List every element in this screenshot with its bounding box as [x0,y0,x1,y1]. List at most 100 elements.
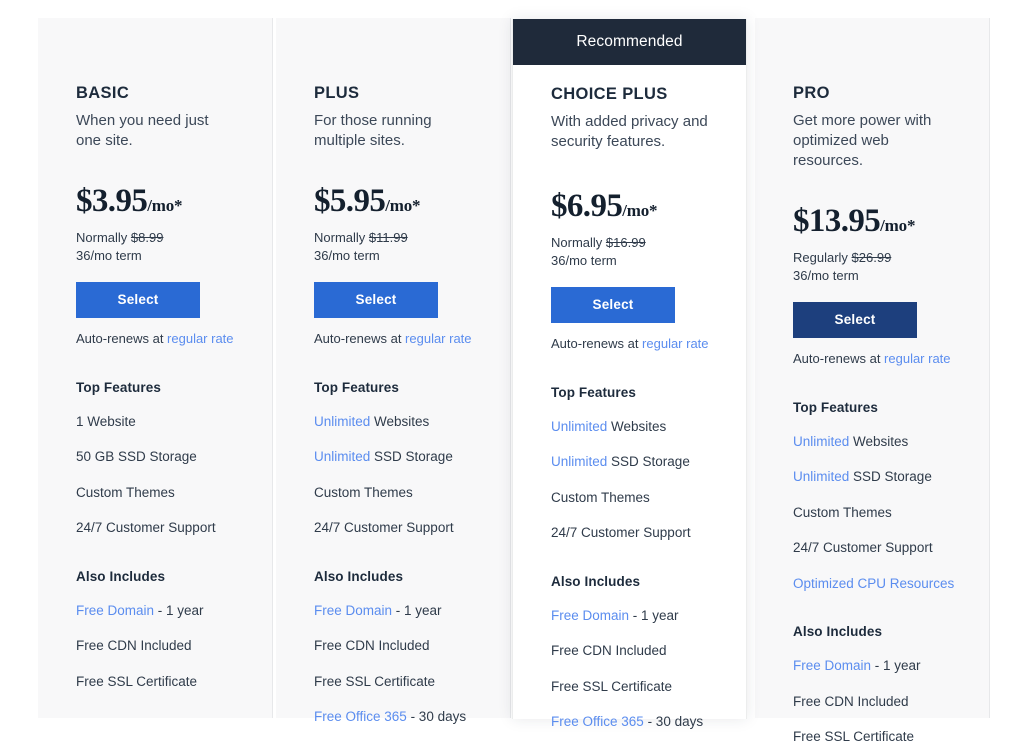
plan-name: PLUS [314,84,360,102]
price-term: 36/mo term [793,268,859,284]
select-button-pro[interactable]: Select [793,301,917,338]
feature-highlight: Free Domain [314,602,393,618]
price-amount: $3.95 [76,182,148,219]
list-item: 1 Website [76,413,234,431]
plan-description: Get more power with optimized web resour… [793,111,932,169]
select-button-choice-plus[interactable]: Select [551,286,675,323]
price-block: $6.95/mo* Normally $16.99 36/mo term [551,189,708,271]
feature-highlight: Unlimited [314,413,371,429]
feature-text: Free CDN Included [793,693,909,709]
feature-text: 50 GB SSD Storage [76,449,197,465]
normally-label: Regularly [793,249,848,265]
regular-rate-link[interactable]: regular rate [884,351,950,366]
price-amount: $5.95 [314,182,386,219]
plan-card-body: CHOICE PLUS With added privacy and secur… [513,65,746,731]
feature-text: Free CDN Included [76,638,192,654]
autorenew-prefix: Auto-renews at [76,330,168,346]
select-button-plus[interactable]: Select [314,281,438,318]
feature-highlight: Free Office 365 [314,709,407,725]
list-item: Free SSL Certificate [551,678,708,696]
price-block: $3.95/mo* Normally $8.99 36/mo term [76,182,234,266]
list-item: Unlimited Websites [793,433,951,451]
top-features-list: Unlimited Websites Unlimited SSD Storage… [551,418,708,542]
also-includes-title: Also Includes [76,568,166,584]
plan-card-choice-plus[interactable]: Recommended CHOICE PLUS With added priva… [512,19,747,729]
also-includes-title: Also Includes [314,568,404,584]
top-features-list: 1 Website 50 GB SSD Storage Custom Theme… [76,413,234,537]
list-item: Custom Themes [793,504,951,522]
regular-rate-link[interactable]: regular rate [167,331,233,346]
price-suffix: /mo* [622,200,658,220]
autorenew-note: Auto-renews at regular rate [793,351,951,366]
feature-text: Free SSL Certificate [314,673,436,689]
list-item: Unlimited Websites [551,418,708,436]
feature-highlight: Free Domain [793,658,872,674]
list-item: Free CDN Included [551,642,708,660]
list-item: Free CDN Included [76,637,234,655]
list-item: Free CDN Included [793,693,951,711]
feature-text: Free SSL Certificate [551,678,673,694]
list-item: Unlimited SSD Storage [314,448,472,466]
list-item: Custom Themes [76,484,234,502]
plan-description: For those running multiple sites. [314,111,432,149]
plan-name: CHOICE PLUS [551,85,668,103]
price-suffix: /mo* [147,195,183,215]
list-item: Free Office 365 - 30 days [551,713,708,731]
plan-card-basic[interactable]: BASIC When you need just one site. $3.95… [38,18,273,718]
list-item: Optimized CPU Resources [793,575,954,593]
list-item: Free SSL Certificate [793,728,951,746]
price-normally: Normally $11.99 [314,229,472,247]
list-item: Free Domain - 1 year [793,657,951,675]
list-item: Free Domain - 1 year [551,607,708,625]
list-item: Unlimited SSD Storage [551,453,708,471]
feature-text: - 1 year [871,658,921,674]
feature-text: Free CDN Included [551,643,667,659]
feature-highlight: Unlimited [551,454,608,470]
list-item: Free Domain - 1 year [76,602,234,620]
normally-price: $26.99 [851,249,892,265]
normally-label: Normally [551,234,603,250]
feature-text: SSD Storage [607,454,690,470]
feature-highlight: Unlimited [793,433,850,449]
also-includes-list: Free Domain - 1 year Free CDN Included F… [314,602,472,726]
list-item: Free CDN Included [314,637,472,655]
plan-card-pro[interactable]: PRO Get more power with optimized web re… [755,18,990,744]
price-term: 36/mo term [76,248,142,264]
feature-highlight: Free Office 365 [551,714,644,730]
normally-price: $16.99 [605,234,646,250]
list-item: 24/7 Customer Support [793,539,951,557]
also-includes-title: Also Includes [793,624,883,640]
list-item: Unlimited Websites [314,413,472,431]
feature-text: 1 Website [76,413,136,429]
also-includes-list: Free Domain - 1 year Free CDN Included F… [551,607,708,731]
feature-highlight: Unlimited [551,418,608,434]
regular-rate-link[interactable]: regular rate [642,336,708,351]
feature-highlight: Unlimited [314,449,371,465]
top-features-list: Unlimited Websites Unlimited SSD Storage… [793,433,954,593]
price-normally: Regularly $26.99 [793,249,951,267]
feature-text: Custom Themes [314,484,413,500]
autorenew-prefix: Auto-renews at [314,330,406,346]
price-block: $5.95/mo* Normally $11.99 36/mo term [314,182,472,266]
price-normally: Normally $16.99 [551,234,708,252]
feature-text: - 30 days [643,714,704,730]
price-line: $5.95/mo* [314,182,472,219]
normally-label: Normally [76,229,128,245]
autorenew-note: Auto-renews at regular rate [314,331,472,346]
feature-highlight: Unlimited [793,469,850,485]
regular-rate-link[interactable]: regular rate [405,331,471,346]
price-amount: $13.95 [793,202,881,239]
list-item: Free Office 365 - 30 days [314,708,472,726]
feature-text: Free CDN Included [314,638,430,654]
select-button-basic[interactable]: Select [76,281,200,318]
price-line: $6.95/mo* [551,189,708,223]
autorenew-note: Auto-renews at regular rate [551,336,709,351]
list-item: Free Domain - 1 year [314,602,472,620]
plan-description: With added privacy and security features… [551,112,708,150]
plan-card-plus[interactable]: PLUS For those running multiple sites. $… [276,18,511,724]
price-suffix: /mo* [880,215,916,235]
price-term: 36/mo term [551,253,617,269]
list-item: 24/7 Customer Support [76,519,234,537]
top-features-title: Top Features [551,384,636,400]
feature-text: 24/7 Customer Support [314,520,454,536]
